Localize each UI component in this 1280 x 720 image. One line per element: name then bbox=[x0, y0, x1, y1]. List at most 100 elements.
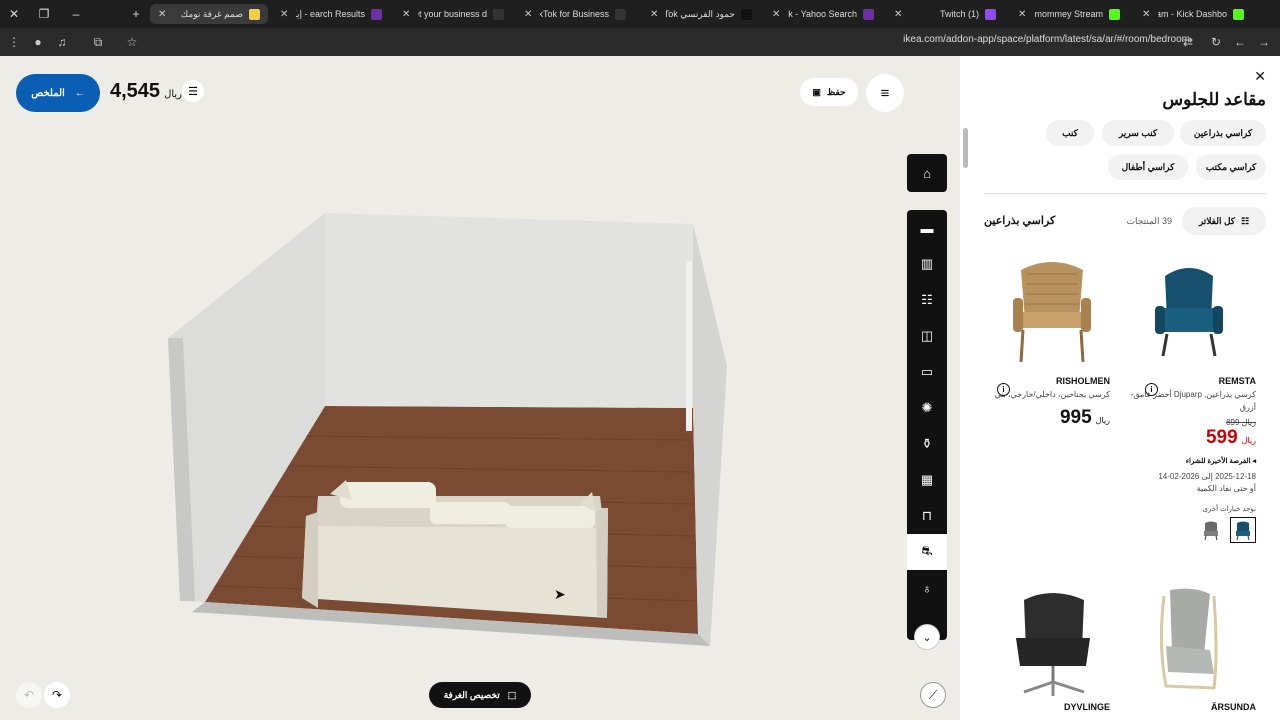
summary-label: الملخص bbox=[31, 87, 65, 99]
info-icon[interactable]: i bbox=[1145, 383, 1158, 396]
total-value: 4,545 bbox=[110, 80, 161, 102]
close-panel-icon[interactable]: ✕ bbox=[1254, 68, 1266, 85]
close-tab-icon[interactable]: ✕ bbox=[1018, 9, 1026, 20]
profile-icon[interactable]: ● bbox=[28, 32, 48, 52]
redo-button[interactable]: ↷ bbox=[44, 682, 70, 708]
offer-dates: 2025-12-18 إلى 2026-02-14 أو حتى نفاد ال… bbox=[1122, 471, 1256, 495]
price-value: 995 bbox=[1059, 407, 1092, 428]
product-image[interactable] bbox=[1122, 254, 1256, 366]
tiktok-favicon-icon bbox=[741, 8, 752, 20]
product-image[interactable] bbox=[994, 254, 1110, 366]
customize-room-button[interactable]: تخصيص الغرفة ⬚ bbox=[429, 682, 531, 708]
product-card-risholmen[interactable]: RISHOLMEN كرسي بجناحين، داخلي/خارجي، بني… bbox=[994, 254, 1110, 429]
hamburger-menu-icon[interactable]: ≡ bbox=[866, 74, 904, 112]
close-tab-icon[interactable]: ✕ bbox=[894, 9, 902, 20]
sofa-icon[interactable]: ⛐ bbox=[907, 534, 947, 570]
home-rail: ⌂ bbox=[907, 154, 947, 192]
close-tab-icon[interactable]: ✕ bbox=[650, 9, 658, 20]
minimize-icon[interactable]: – bbox=[62, 0, 90, 28]
scrollbar-thumb[interactable] bbox=[963, 128, 968, 168]
redo-icon: ↷ bbox=[51, 688, 63, 702]
media-icon[interactable]: ♫ bbox=[52, 32, 72, 52]
measure-ruler-icon[interactable]: ⟋ bbox=[920, 682, 946, 708]
category-title: كراسي بذراعين bbox=[984, 215, 1056, 227]
storage-icon[interactable]: ▭ bbox=[907, 354, 947, 390]
chip-armchairs[interactable]: كراسي بذراعين bbox=[1180, 120, 1266, 146]
close-tab-icon[interactable]: ✕ bbox=[772, 9, 780, 20]
tab-kick-dashboard[interactable]: ✕ Stream - Kick Dashbo bbox=[1134, 4, 1252, 24]
drawers-icon[interactable]: ☷ bbox=[907, 282, 947, 318]
close-tab-icon[interactable]: ✕ bbox=[1142, 9, 1150, 20]
last-chance-link[interactable]: ◂ الفرصة الأخيرة للشراء bbox=[1122, 457, 1256, 465]
undo-button[interactable]: ↶ bbox=[16, 682, 42, 708]
back-wall bbox=[325, 213, 693, 408]
vase-icon[interactable]: ♁ bbox=[907, 570, 947, 606]
last-chance-label: الفرصة الأخيرة للشراء bbox=[1185, 458, 1251, 465]
product-card-arsunda[interactable]: ÄRSUNDA bbox=[1122, 586, 1256, 712]
shelf-icon[interactable]: ▦ bbox=[907, 462, 947, 498]
extensions-icon[interactable]: ⧉ bbox=[88, 32, 108, 52]
tab-kick-stream[interactable]: ✕ lilgmommey Stream bbox=[1010, 4, 1128, 24]
home-icon[interactable]: ⌂ bbox=[907, 154, 947, 192]
tab-business[interactable]: ✕ Get your business d bbox=[394, 4, 512, 24]
lamp-icon[interactable]: ✺ bbox=[907, 390, 947, 426]
swatch-gray[interactable] bbox=[1198, 517, 1224, 543]
product-card-remsta[interactable]: REMSTA كرسي بذراعين, Djuparp أخضر غامق-أ… bbox=[1122, 254, 1256, 543]
wardrobe-icon[interactable]: ▥ bbox=[907, 246, 947, 282]
offer-date-range: 2025-12-18 إلى 2026-02-14 bbox=[1158, 472, 1256, 481]
chevron-down-icon[interactable]: ⌄ bbox=[914, 624, 940, 650]
close-tab-icon[interactable]: ✕ bbox=[158, 9, 166, 20]
back-icon[interactable]: ← bbox=[1230, 32, 1250, 52]
chip-office-chairs[interactable]: كراسي مكتب bbox=[1196, 154, 1266, 180]
product-image[interactable] bbox=[1122, 586, 1256, 698]
yahoo-favicon-icon bbox=[371, 8, 382, 20]
play-icon: ◂ bbox=[1252, 458, 1256, 465]
tiktok-favicon-icon bbox=[615, 8, 626, 20]
save-button[interactable]: ▣ حفظ bbox=[800, 78, 858, 106]
panel-scrollbar[interactable] bbox=[960, 118, 972, 718]
kick-favicon-icon bbox=[1109, 8, 1120, 20]
swatch-blue[interactable] bbox=[1230, 517, 1256, 543]
shopping-list-icon[interactable]: ☰ bbox=[182, 80, 204, 102]
window-close-icon[interactable]: ✕ bbox=[0, 0, 28, 28]
table-icon[interactable]: ⊓ bbox=[907, 498, 947, 534]
chip-kids-chairs[interactable]: كراسي أطفال bbox=[1108, 154, 1188, 180]
more-menu-icon[interactable]: ⋮ bbox=[4, 32, 24, 52]
chip-sofa-beds[interactable]: كنب سرير bbox=[1102, 120, 1174, 146]
site-settings-icon[interactable]: ⇄ bbox=[1178, 32, 1198, 52]
ikea-favicon-icon bbox=[249, 8, 260, 20]
room-3d-view[interactable] bbox=[0, 56, 960, 720]
close-tab-icon[interactable]: ✕ bbox=[280, 9, 288, 20]
product-card-dyvlinge[interactable]: DYVLINGE bbox=[994, 586, 1110, 712]
bed-icon[interactable]: ▬ bbox=[907, 210, 947, 246]
close-tab-icon[interactable]: ✕ bbox=[524, 9, 532, 20]
close-tab-icon[interactable]: ✕ bbox=[402, 9, 410, 20]
forward-icon[interactable]: → bbox=[1254, 32, 1274, 52]
bookmark-star-icon[interactable]: ☆ bbox=[122, 32, 142, 52]
reload-icon[interactable]: ↻ bbox=[1206, 32, 1226, 52]
door-icon[interactable]: ◫ bbox=[907, 318, 947, 354]
all-filters-button[interactable]: ☷ كل الفلاتر bbox=[1182, 207, 1266, 235]
room-planner-canvas[interactable]: الملخص ← 4,545 ريال ☰ ▣ حفظ ≡ ⌂ ▬ ▥ ☷ ◫ … bbox=[0, 56, 960, 720]
old-price: ريال 899 bbox=[1122, 418, 1256, 427]
tab-tiktok-user[interactable]: ✕ حمود الفرنسي TikTok | bbox=[642, 4, 760, 24]
summary-button[interactable]: الملخص ← bbox=[16, 74, 100, 112]
black-swivel-chair-image bbox=[1016, 593, 1090, 696]
url-field[interactable]: ikea.com/addon-app/space/platform/latest… bbox=[903, 34, 1190, 45]
info-icon[interactable]: i bbox=[997, 383, 1010, 396]
tab-yahoo-search[interactable]: ✕ TikTok - Yahoo Search bbox=[764, 4, 882, 24]
rattan-chair-image bbox=[1013, 262, 1091, 363]
tab-tiktok-business[interactable]: ✕ TikTok for Business | bbox=[516, 4, 634, 24]
room-edit-icon: ⬚ bbox=[507, 689, 517, 700]
filters-icon: ☷ bbox=[1241, 215, 1250, 226]
mouse-cursor-icon: ➤ bbox=[554, 586, 566, 602]
tab-ikea-bedroom[interactable]: ✕ صمم غرفة نومك bbox=[150, 4, 268, 24]
product-image[interactable] bbox=[994, 586, 1110, 698]
decor-icon[interactable]: ⚱ bbox=[907, 426, 947, 462]
chip-sofas[interactable]: كنب bbox=[1046, 120, 1094, 146]
product-price: ريال 995 bbox=[994, 407, 1110, 429]
new-tab-icon[interactable]: + bbox=[122, 0, 150, 28]
restore-window-icon[interactable]: ❐ bbox=[30, 0, 58, 28]
tab-twitch[interactable]: ✕ (1) Twitch bbox=[886, 4, 1004, 24]
tab-search-results[interactable]: ✕ earch Results - إيكيا bbox=[272, 4, 390, 24]
